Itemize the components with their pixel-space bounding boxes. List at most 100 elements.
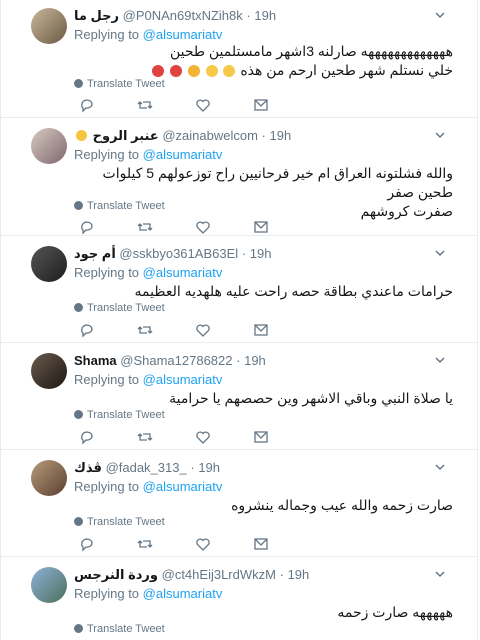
display-name[interactable]: ڤذك [74,460,102,475]
tweet-text: يا صلاة النبي وباقي الاشهر وين حصصهم يا … [74,389,453,408]
tweet-text: والله فشلتونه العراق ام خير فرحانيين راح… [74,164,453,221]
profile-emoji-icon [76,130,87,141]
replying-to-link[interactable]: @alsumariatv [143,372,223,387]
translate-tweet[interactable]: Translate Tweet [74,409,165,421]
tweet[interactable]: أم جود @sskbyo361AB63El · 19h Replying t… [1,236,477,343]
like-icon[interactable] [195,97,211,113]
display-name[interactable]: Shama [74,353,117,368]
replying-to-label: Replying to [74,372,140,387]
retweet-icon[interactable] [137,429,153,445]
tweet-text-line: هههههه صارت زحمه [337,604,453,620]
replying-to-link[interactable]: @alsumariatv [143,479,223,494]
replying-to: Replying to @alsumariatv [74,372,222,387]
tweet[interactable]: ڤذك @fadak_313_ · 19h Replying to @alsum… [1,450,477,557]
replying-to: Replying to @alsumariatv [74,479,222,494]
like-icon[interactable] [195,429,211,445]
replying-to-link[interactable]: @alsumariatv [143,265,223,280]
tweet-actions [79,97,269,113]
message-icon[interactable] [253,536,269,552]
translate-label: Translate Tweet [87,623,165,635]
replying-to-label: Replying to [74,27,140,42]
translate-tweet[interactable]: Translate Tweet [74,78,165,90]
translate-tweet[interactable]: Translate Tweet [74,516,165,528]
reply-icon[interactable] [79,219,95,235]
translate-label: Translate Tweet [87,409,165,421]
tweet[interactable]: رجل ما @P0NAn69txNZih8k · 19h Replying t… [1,0,477,118]
tweet-text-line: حرامات ماعندي بطاقة حصه راحت عليه هلهديه… [134,283,453,299]
timestamp[interactable]: 19h [198,460,220,475]
timestamp[interactable]: 19h [250,246,272,261]
translate-label: Translate Tweet [87,78,165,90]
display-name[interactable]: أم جود [74,246,116,261]
reply-icon[interactable] [79,97,95,113]
tweet-text-line: خلي نستلم شهر طحين ارحم من هذه [240,62,453,78]
globe-icon [74,517,83,526]
like-icon[interactable] [195,322,211,338]
replying-to-label: Replying to [74,265,140,280]
chevron-down-icon[interactable] [435,569,445,579]
angry-emoji [151,65,164,77]
reply-icon[interactable] [79,536,95,552]
user-handle[interactable]: @Shama12786822 [120,353,232,368]
user-handle[interactable]: @fadak_313_ [106,460,187,475]
chevron-down-icon[interactable] [435,10,445,20]
tweet[interactable]: Shama @Shama12786822 · 19h Replying to @… [1,343,477,450]
avatar[interactable] [31,128,67,164]
laughing-emoji [223,65,236,77]
chevron-down-icon[interactable] [435,462,445,472]
replying-to-link[interactable]: @alsumariatv [143,147,223,162]
timestamp[interactable]: 19h [270,128,292,143]
user-handle[interactable]: @P0NAn69txNZih8k [123,8,243,23]
message-icon[interactable] [253,429,269,445]
retweet-icon[interactable] [137,322,153,338]
tweet-text: هههههههههههههه صارلنه 3اشهر مامستلمين طح… [74,42,453,80]
tweet-text: صارت زحمه والله عيب وجماله ينشروه [74,496,453,515]
tweet[interactable]: عنبر الروح @zainabwelcom · 19h Replying … [1,118,477,236]
tweet-actions [79,322,269,338]
user-handle[interactable]: @zainabwelcom [162,128,258,143]
avatar[interactable] [31,353,67,389]
timestamp[interactable]: 19h [288,567,310,582]
like-icon[interactable] [195,536,211,552]
like-icon[interactable] [195,219,211,235]
chevron-down-icon[interactable] [435,355,445,365]
retweet-icon[interactable] [137,536,153,552]
translate-tweet[interactable]: Translate Tweet [74,302,165,314]
laughing-emoji [205,65,218,77]
separator-dot: · [236,353,241,368]
translate-tweet[interactable]: Translate Tweet [74,200,165,212]
timestamp[interactable]: 19h [254,8,276,23]
avatar[interactable] [31,246,67,282]
translate-label: Translate Tweet [87,200,165,212]
reply-icon[interactable] [79,322,95,338]
globe-icon [74,624,83,633]
display-name[interactable]: رجل ما [74,8,119,23]
display-name[interactable]: وردة النرجس [74,567,158,582]
replying-to: Replying to @alsumariatv [74,265,222,280]
replying-to-label: Replying to [74,586,140,601]
timestamp[interactable]: 19h [244,353,266,368]
replying-to-link[interactable]: @alsumariatv [143,586,223,601]
avatar[interactable] [31,8,67,44]
retweet-icon[interactable] [137,219,153,235]
separator-dot: · [241,246,247,261]
tweet-text: حرامات ماعندي بطاقة حصه راحت عليه هلهديه… [74,282,453,301]
avatar[interactable] [31,460,67,496]
user-handle[interactable]: @ct4hEij3LrdWkzM [162,567,276,582]
user-handle[interactable]: @sskbyo361AB63El [119,246,238,261]
translate-tweet[interactable]: Translate Tweet [74,623,165,635]
separator-dot: · [246,8,251,23]
angry-emoji [169,65,182,77]
tweet[interactable]: وردة النرجس @ct4hEij3LrdWkzM · 19h Reply… [1,557,477,640]
message-icon[interactable] [253,219,269,235]
message-icon[interactable] [253,322,269,338]
chevron-down-icon[interactable] [435,130,445,140]
display-name[interactable]: عنبر الروح [93,128,159,143]
reply-icon[interactable] [79,429,95,445]
tweet-text-line: يا صلاة النبي وباقي الاشهر وين حصصهم يا … [169,390,453,406]
retweet-icon[interactable] [137,97,153,113]
message-icon[interactable] [253,97,269,113]
replying-to-link[interactable]: @alsumariatv [143,27,223,42]
avatar[interactable] [31,567,67,603]
chevron-down-icon[interactable] [435,248,445,258]
